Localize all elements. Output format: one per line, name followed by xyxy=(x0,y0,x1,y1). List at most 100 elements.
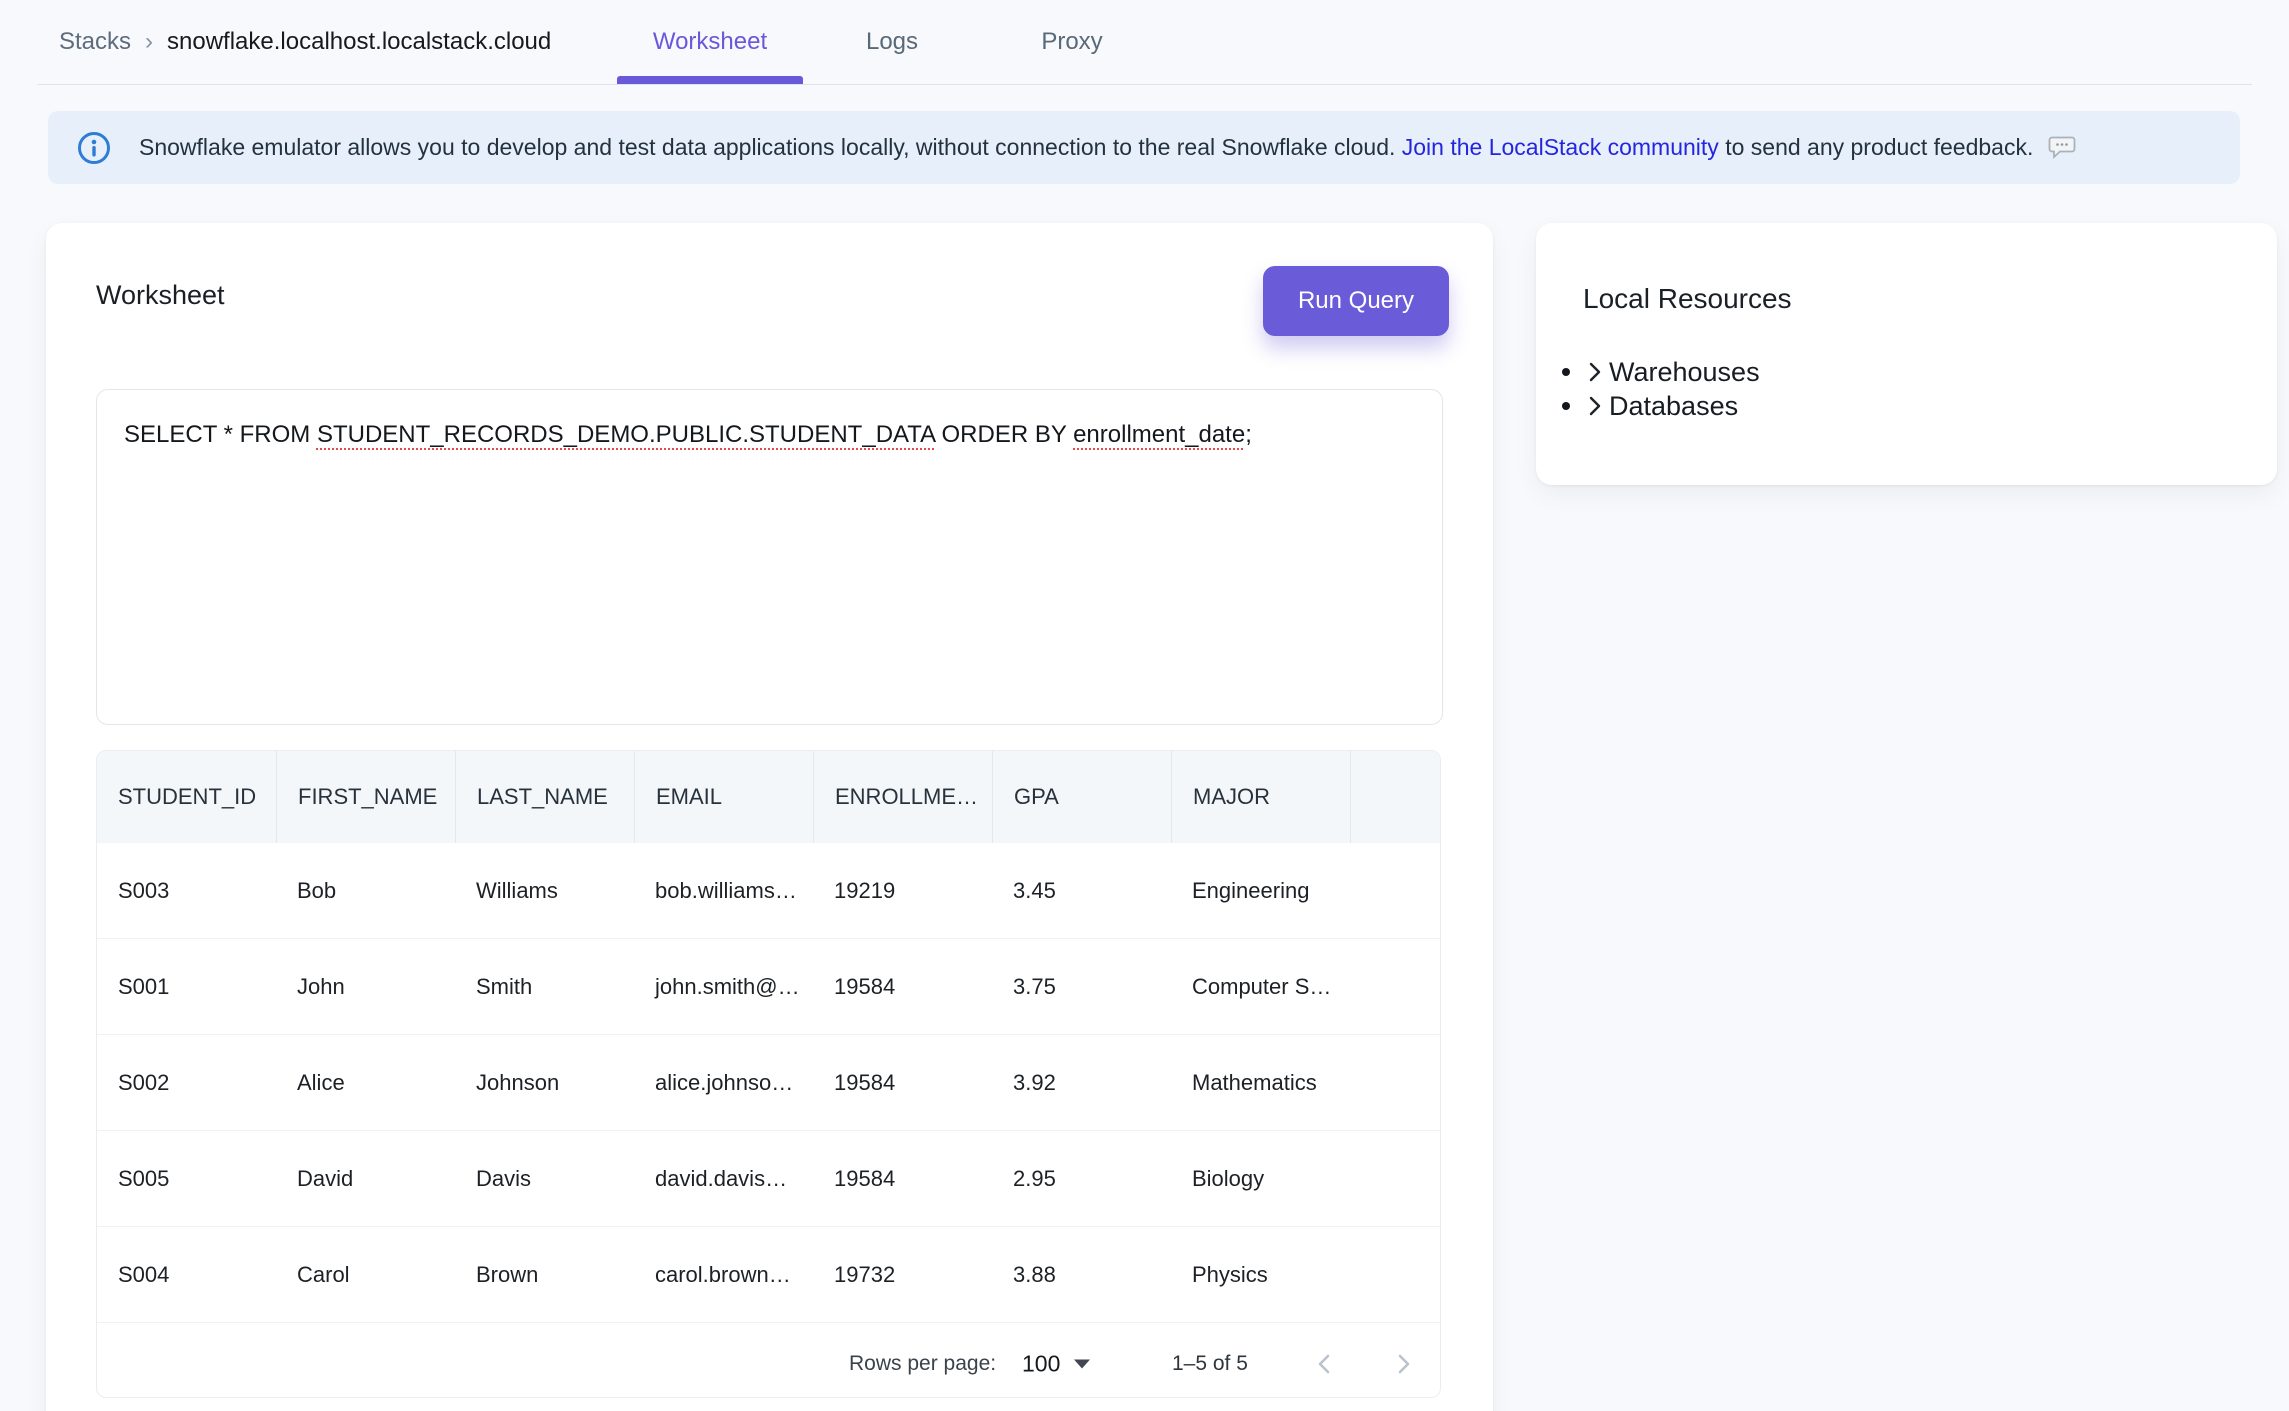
cell-gpa: 3.45 xyxy=(992,843,1171,938)
cell-email: john.smith@… xyxy=(634,939,813,1034)
cell-first-name: Bob xyxy=(276,843,455,938)
table-row[interactable]: S003 Bob Williams bob.williams… 19219 3.… xyxy=(97,843,1440,939)
info-banner-text: Snowflake emulator allows you to develop… xyxy=(139,134,2076,161)
breadcrumb: Stacks › snowflake.localhost.localstack.… xyxy=(59,0,551,84)
cell-gpa: 2.95 xyxy=(992,1131,1171,1226)
results-data-grid: STUDENT_ID FIRST_NAME LAST_NAME EMAIL EN… xyxy=(96,750,1441,1398)
banner-message-after: to send any product feedback. xyxy=(1719,134,2040,161)
worksheet-title: Worksheet xyxy=(96,280,225,311)
cell-major: Physics xyxy=(1171,1227,1350,1322)
column-header-empty xyxy=(1350,751,1440,843)
cell-empty xyxy=(1350,843,1440,938)
cell-major: Computer S… xyxy=(1171,939,1350,1034)
resource-item-databases[interactable]: Databases xyxy=(1536,389,2277,423)
banner-message: Snowflake emulator allows you to develop… xyxy=(139,134,1402,161)
cell-last-name: Brown xyxy=(455,1227,634,1322)
previous-page-button[interactable] xyxy=(1303,1342,1347,1386)
localstack-community-link[interactable]: Join the LocalStack community xyxy=(1402,134,1719,161)
info-banner: Snowflake emulator allows you to develop… xyxy=(48,111,2240,184)
dropdown-arrow-icon xyxy=(1074,1360,1090,1369)
breadcrumb-current-stack: snowflake.localhost.localstack.cloud xyxy=(167,28,551,56)
cell-empty xyxy=(1350,939,1440,1034)
table-row[interactable]: S002 Alice Johnson alice.johnso… 19584 3… xyxy=(97,1035,1440,1131)
cell-empty xyxy=(1350,1035,1440,1130)
cell-last-name: Davis xyxy=(455,1131,634,1226)
sql-segment: ; xyxy=(1245,421,1252,448)
cell-first-name: John xyxy=(276,939,455,1034)
tab-worksheet[interactable]: Worksheet xyxy=(617,0,803,84)
cell-enrollment: 19732 xyxy=(813,1227,992,1322)
cell-empty xyxy=(1350,1227,1440,1322)
cell-email: carol.brown… xyxy=(634,1227,813,1322)
cell-student-id: S005 xyxy=(97,1131,276,1226)
table-row[interactable]: S005 David Davis david.davis… 19584 2.95… xyxy=(97,1131,1440,1227)
chevron-left-icon xyxy=(1312,1351,1338,1377)
cell-email: bob.williams… xyxy=(634,843,813,938)
tab-logs[interactable]: Logs xyxy=(832,0,952,84)
cell-last-name: Johnson xyxy=(455,1035,634,1130)
sql-segment: SELECT * FROM xyxy=(124,421,317,448)
list-bullet xyxy=(1562,402,1570,410)
cell-empty xyxy=(1350,1131,1440,1226)
resource-item-label: Warehouses xyxy=(1609,357,1760,388)
active-tab-indicator xyxy=(617,76,803,84)
cell-student-id: S002 xyxy=(97,1035,276,1130)
cell-enrollment: 19584 xyxy=(813,1131,992,1226)
cell-enrollment: 19584 xyxy=(813,1035,992,1130)
sql-segment-order-col: enrollment_date xyxy=(1073,421,1245,448)
column-header-student-id[interactable]: STUDENT_ID xyxy=(97,751,276,843)
table-row[interactable]: S001 John Smith john.smith@… 19584 3.75 … xyxy=(97,939,1440,1035)
column-header-enrollment[interactable]: ENROLLME… xyxy=(813,751,992,843)
cell-email: david.davis… xyxy=(634,1131,813,1226)
cell-student-id: S003 xyxy=(97,843,276,938)
cell-major: Engineering xyxy=(1171,843,1350,938)
list-bullet xyxy=(1562,368,1570,376)
chevron-right-icon xyxy=(1586,394,1604,418)
local-resources-list: Warehouses Databases xyxy=(1536,355,2277,423)
cell-first-name: Alice xyxy=(276,1035,455,1130)
tab-proxy[interactable]: Proxy xyxy=(1002,0,1142,84)
cell-student-id: S004 xyxy=(97,1227,276,1322)
local-resources-title: Local Resources xyxy=(1583,283,1792,315)
resource-item-warehouses[interactable]: Warehouses xyxy=(1536,355,2277,389)
topbar-divider xyxy=(37,84,2252,85)
local-resources-panel: Local Resources Warehouses Databases xyxy=(1536,223,2277,485)
cell-gpa: 3.75 xyxy=(992,939,1171,1034)
cell-enrollment: 19219 xyxy=(813,843,992,938)
breadcrumb-stacks-link[interactable]: Stacks xyxy=(59,28,131,56)
cell-last-name: Williams xyxy=(455,843,634,938)
column-header-email[interactable]: EMAIL xyxy=(634,751,813,843)
rows-per-page-label: Rows per page: xyxy=(849,1352,996,1376)
cell-enrollment: 19584 xyxy=(813,939,992,1034)
cell-last-name: Smith xyxy=(455,939,634,1034)
cell-major: Mathematics xyxy=(1171,1035,1350,1130)
cell-student-id: S001 xyxy=(97,939,276,1034)
cell-gpa: 3.88 xyxy=(992,1227,1171,1322)
sql-segment: ORDER BY xyxy=(935,421,1073,448)
cell-email: alice.johnso… xyxy=(634,1035,813,1130)
cell-gpa: 3.92 xyxy=(992,1035,1171,1130)
pagination-bar: Rows per page: 100 1–5 of 5 xyxy=(97,1323,1440,1398)
column-header-gpa[interactable]: GPA xyxy=(992,751,1171,843)
speech-bubble-icon xyxy=(2048,135,2076,161)
chevron-right-icon xyxy=(1390,1351,1416,1377)
cell-first-name: David xyxy=(276,1131,455,1226)
resource-item-label: Databases xyxy=(1609,391,1738,422)
next-page-button[interactable] xyxy=(1381,1342,1425,1386)
cell-first-name: Carol xyxy=(276,1227,455,1322)
column-header-last-name[interactable]: LAST_NAME xyxy=(455,751,634,843)
column-header-major[interactable]: MAJOR xyxy=(1171,751,1350,843)
cell-major: Biology xyxy=(1171,1131,1350,1226)
info-icon xyxy=(77,131,111,165)
rows-per-page-select[interactable]: 100 xyxy=(1022,1351,1090,1378)
sql-segment-table-ref: STUDENT_RECORDS_DEMO.PUBLIC.STUDENT_DATA xyxy=(317,421,935,448)
run-query-button[interactable]: Run Query xyxy=(1263,266,1449,336)
table-row[interactable]: S004 Carol Brown carol.brown… 19732 3.88… xyxy=(97,1227,1440,1323)
worksheet-panel: Worksheet Run Query SELECT * FROM STUDEN… xyxy=(46,223,1493,1411)
rows-per-page-value: 100 xyxy=(1022,1351,1060,1378)
top-navigation-bar: Stacks › snowflake.localhost.localstack.… xyxy=(0,0,2289,85)
column-header-first-name[interactable]: FIRST_NAME xyxy=(276,751,455,843)
pagination-range: 1–5 of 5 xyxy=(1172,1352,1248,1376)
sql-editor[interactable]: SELECT * FROM STUDENT_RECORDS_DEMO.PUBLI… xyxy=(96,389,1443,725)
chevron-right-icon xyxy=(1586,360,1604,384)
